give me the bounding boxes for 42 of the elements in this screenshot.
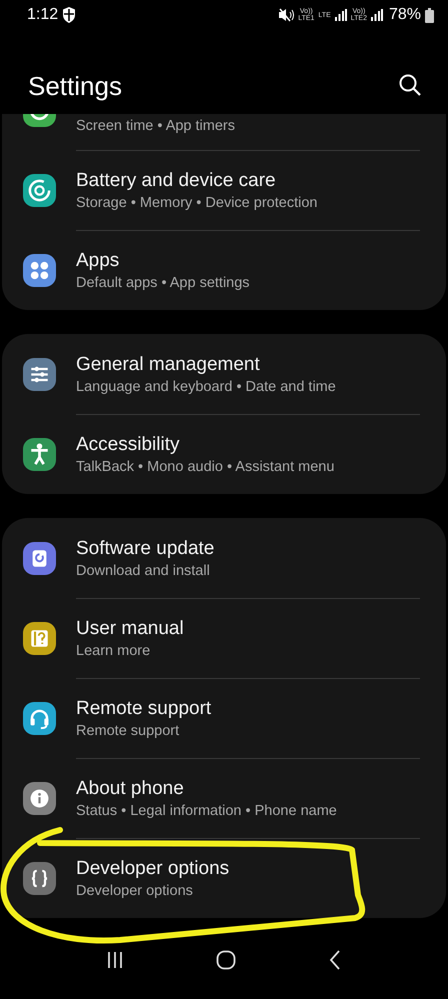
settings-item[interactable]: User manual Learn more (2, 598, 446, 678)
item-subtitle: Download and install (76, 562, 211, 578)
mute-icon (278, 8, 294, 22)
item-title: Apps (76, 250, 120, 272)
settings-item[interactable]: Battery and device care Storage • Memory • Device protection (2, 150, 446, 230)
item-subtitle: Storage • Memory • Device protection (76, 195, 318, 211)
status-time: 1:12 (27, 6, 58, 24)
signal-icon (370, 9, 383, 21)
item-title: General management (76, 354, 261, 376)
recents-icon (106, 950, 124, 968)
item-subtitle: Developer options (76, 883, 194, 899)
item-subtitle: Screen time • App timers (76, 118, 236, 134)
search-button[interactable] (399, 74, 421, 98)
home-icon (216, 950, 236, 970)
item-subtitle: TalkBack • Mono audio • Assistant menu (76, 459, 336, 475)
item-subtitle: Status • Legal information • Phone name (76, 803, 338, 819)
item-title: Accessibility (76, 434, 180, 456)
search-icon (399, 74, 421, 96)
item-subtitle: Remote support (76, 723, 180, 739)
settings-item[interactable]: Screen time • App timers (2, 114, 446, 150)
item-title: Remote support (76, 698, 212, 720)
battery-icon (425, 8, 434, 22)
settings-item[interactable]: Accessibility TalkBack • Mono audio • Assistant menu (2, 414, 446, 494)
shield-icon (62, 7, 76, 23)
item-title: Software update (76, 538, 216, 560)
settings-item[interactable]: About phone Status • Legal information • Phone name (2, 758, 446, 838)
settings-item[interactable]: Software update Download and install (2, 518, 446, 598)
item-subtitle: Default apps • App settings (76, 275, 251, 291)
settings-item[interactable]: General management Language and keyboard • Date and time (2, 334, 446, 414)
item-subtitle: Learn more (76, 643, 152, 659)
signal-icon (334, 9, 347, 21)
settings-item[interactable]: Remote support Remote support (2, 678, 446, 758)
item-title: User manual (76, 618, 185, 640)
settings-item[interactable]: Apps Default apps • App settings (2, 230, 446, 310)
item-title: Developer options (76, 858, 230, 880)
page-title: Settings (28, 70, 122, 102)
item-title: Battery and device care (76, 170, 277, 192)
settings-item[interactable]: Developer options Developer options (2, 838, 446, 918)
back-icon (328, 950, 342, 970)
battery-level: 78% (388, 6, 421, 24)
item-subtitle: Language and keyboard • Date and time (76, 378, 337, 394)
item-title: About phone (76, 778, 185, 800)
